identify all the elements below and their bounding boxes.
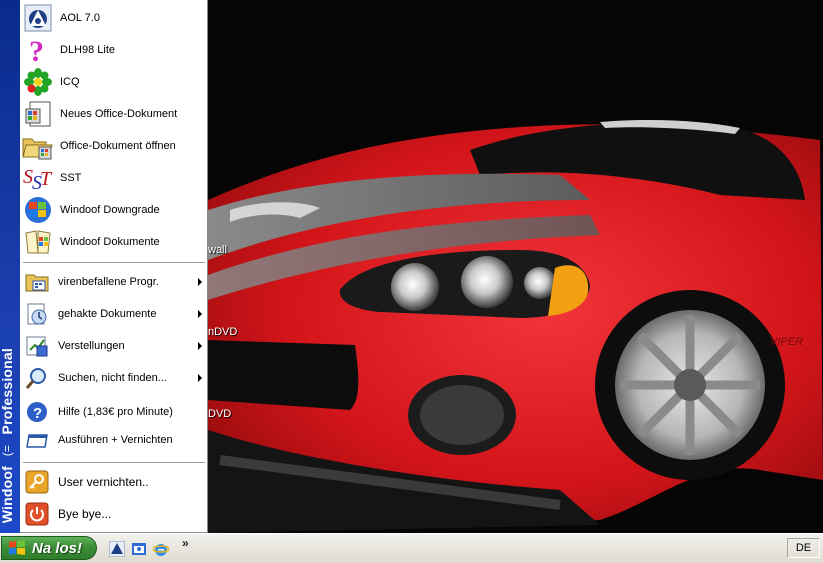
menu-item-label: Verstellungen (58, 340, 125, 352)
svg-text:VIPER: VIPER (770, 336, 803, 348)
programs-icon (24, 269, 50, 295)
menu-item-label: Suchen, nicht finden... (58, 372, 167, 384)
side-band-brand: Windoof (0, 465, 15, 523)
svg-text:?: ? (33, 405, 42, 422)
menu-item-label: DLH98 Lite (60, 44, 116, 56)
menu-item-search[interactable]: Suchen, nicht finden... (20, 362, 206, 394)
side-band-arrow: (= (0, 444, 14, 456)
submenu-arrow-icon (198, 374, 202, 382)
menu-separator (23, 462, 205, 464)
menu-item-label: Ausführen + Vernichten (58, 434, 173, 446)
submenu-arrow-icon (198, 310, 202, 318)
open-office-doc-icon (22, 131, 54, 161)
documents-icon (24, 301, 50, 327)
menu-item-dlh98[interactable]: ? DLH98 Lite (20, 34, 206, 66)
menu-item-label: ICQ (60, 76, 80, 88)
menu-separator (23, 262, 205, 264)
start-button[interactable]: Na los! (1, 536, 97, 560)
run-icon (24, 427, 50, 453)
windows-logo-icon (8, 540, 26, 556)
start-button-label: Na los! (32, 539, 83, 557)
new-office-doc-icon (22, 99, 54, 129)
outlook-launch-icon[interactable] (130, 540, 148, 558)
start-menu-side-band: Windoof (= Professional (0, 0, 20, 533)
submenu-arrow-icon (198, 342, 202, 350)
quick-launch-overflow-button[interactable]: » (182, 536, 189, 550)
desktop-icon-label[interactable]: wall (208, 244, 227, 256)
sst-icon: SST (22, 163, 54, 193)
menu-item-label: virenbefallene Progr. (58, 276, 159, 288)
menu-item-settings[interactable]: Verstellungen (20, 330, 206, 362)
svg-text:?: ? (29, 35, 44, 65)
icq-flower-icon (22, 67, 54, 97)
menu-item-label: User vernichten.. (58, 475, 149, 489)
side-band-edition: Professional (0, 347, 15, 435)
menu-item-new-office-document[interactable]: Neues Office-Dokument (20, 98, 206, 130)
menu-item-log-off[interactable]: User vernichten.. (20, 466, 206, 498)
desktop-icon-label[interactable]: nDVD (208, 326, 237, 338)
menu-item-sst[interactable]: SST SST (20, 162, 206, 194)
key-icon (24, 469, 50, 495)
quick-launch-bar (108, 540, 170, 558)
power-icon (24, 501, 50, 527)
windows-documents-icon (22, 227, 54, 257)
aol-icon (22, 3, 54, 33)
side-band-text: Windoof (= Professional (0, 348, 21, 523)
ie-launch-icon[interactable] (152, 540, 170, 558)
menu-item-label: Hilfe (1,83€ pro Minute) (58, 406, 173, 418)
menu-item-aol[interactable]: AOL 7.0 (20, 2, 206, 34)
menu-item-open-office-document[interactable]: Office-Dokument öffnen (20, 130, 206, 162)
system-tray: DE (787, 538, 820, 558)
menu-item-label: Bye bye... (58, 507, 112, 521)
menu-item-label: Windoof Dokumente (60, 236, 160, 248)
language-indicator[interactable]: DE (796, 542, 811, 554)
start-menu: Windoof (= Professional AOL 7.0 ? DLH98 … (0, 0, 208, 533)
menu-item-windoof-downgrade[interactable]: Windoof Downgrade (20, 194, 206, 226)
help-icon: ? (24, 399, 50, 425)
menu-item-run[interactable]: Ausführen + Vernichten (20, 424, 206, 456)
aol-launch-icon[interactable] (108, 540, 126, 558)
menu-item-label: Windoof Downgrade (60, 204, 160, 216)
windows-update-icon (22, 195, 54, 225)
search-icon (24, 365, 50, 391)
menu-item-programs[interactable]: virenbefallene Progr. (20, 266, 206, 298)
menu-item-shutdown[interactable]: Bye bye... (20, 498, 206, 530)
menu-item-documents[interactable]: gehakte Dokumente (20, 298, 206, 330)
menu-item-windoof-documents[interactable]: Windoof Dokumente (20, 226, 206, 258)
question-icon: ? (22, 35, 54, 65)
menu-item-label: Office-Dokument öffnen (60, 140, 176, 152)
submenu-arrow-icon (198, 278, 202, 286)
menu-item-label: gehakte Dokumente (58, 308, 157, 320)
svg-text:T: T (40, 168, 53, 190)
menu-item-label: SST (60, 172, 82, 184)
settings-icon (24, 333, 50, 359)
menu-item-icq[interactable]: ICQ (20, 66, 206, 98)
menu-item-label: Neues Office-Dokument (60, 108, 178, 120)
desktop-icon-label[interactable]: DVD (208, 408, 231, 420)
taskbar: Na los! » DE (0, 533, 823, 563)
menu-item-label: AOL 7.0 (60, 12, 100, 24)
